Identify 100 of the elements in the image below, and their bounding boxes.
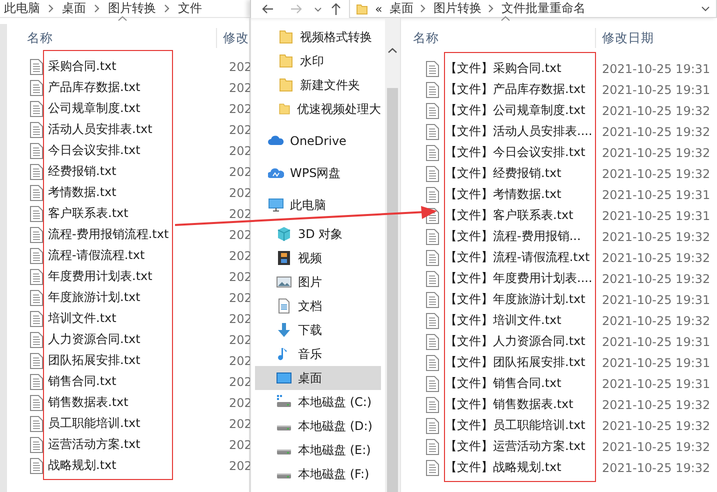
file-name[interactable]: 【文件】销售合同.txt bbox=[445, 375, 596, 392]
file-name[interactable]: 产品库存数据.txt bbox=[48, 79, 224, 96]
file-name[interactable]: 流程-费用报销流程.txt bbox=[48, 226, 224, 243]
text-file-icon bbox=[30, 374, 43, 390]
text-file-icon bbox=[426, 250, 439, 266]
file-name[interactable]: 战略规划.txt bbox=[48, 457, 224, 474]
breadcrumb-item[interactable]: 图片转换 bbox=[108, 0, 156, 17]
file-name[interactable]: 【文件】年度费用计划表.... bbox=[445, 270, 596, 287]
sort-caret-icon bbox=[118, 16, 127, 21]
file-name[interactable]: 活动人员安排表.txt bbox=[48, 121, 224, 138]
scrollbar[interactable] bbox=[0, 24, 7, 492]
file-name[interactable]: 【文件】流程-费用报销... bbox=[445, 228, 596, 245]
cube-icon bbox=[276, 226, 292, 242]
path-overflow[interactable]: « bbox=[375, 2, 382, 16]
nav-item[interactable]: 优速视频处理大 bbox=[255, 97, 381, 121]
file-name[interactable]: 【文件】人力资源合同.txt bbox=[445, 333, 596, 350]
nav-item[interactable]: 音乐 bbox=[255, 342, 381, 366]
file-name[interactable]: 公司规章制度.txt bbox=[48, 100, 224, 117]
text-file-icon bbox=[30, 248, 43, 264]
file-name[interactable]: 【文件】培训文件.txt bbox=[445, 312, 596, 329]
file-name[interactable]: 采购合同.txt bbox=[48, 58, 224, 75]
download-icon bbox=[276, 322, 292, 338]
text-file-icon bbox=[30, 122, 43, 138]
text-file-icon bbox=[426, 166, 439, 182]
nav-item[interactable]: 文档 bbox=[255, 294, 381, 318]
file-name[interactable]: 【文件】经费报销.txt bbox=[445, 165, 596, 182]
breadcrumb-item[interactable]: 桌面 bbox=[389, 0, 414, 17]
file-name[interactable]: 【文件】年度旅游计划.txt bbox=[445, 291, 596, 308]
nav-item[interactable]: 下载 bbox=[255, 318, 381, 342]
breadcrumb-item[interactable]: 桌面 bbox=[62, 0, 86, 17]
text-file-icon bbox=[426, 102, 439, 118]
text-file-icon bbox=[426, 396, 439, 412]
file-name[interactable]: 流程-请假流程.txt bbox=[48, 247, 224, 264]
file-name[interactable]: 年度费用计划表.txt bbox=[48, 268, 224, 285]
modified-date: 202 bbox=[229, 60, 252, 74]
text-file-icon bbox=[426, 460, 439, 476]
column-header[interactable]: 名称 bbox=[27, 30, 216, 46]
file-name[interactable]: 人力资源合同.txt bbox=[48, 331, 224, 348]
modified-date: 202 bbox=[229, 186, 252, 200]
file-name[interactable]: 客户联系表.txt bbox=[48, 205, 224, 222]
file-name[interactable]: 【文件】考情数据.txt bbox=[445, 186, 596, 203]
file-name[interactable]: 员工职能培训.txt bbox=[48, 415, 224, 432]
file-name[interactable]: 【文件】采购合同.txt bbox=[445, 60, 596, 77]
column-header[interactable]: 修改日期 bbox=[602, 30, 654, 46]
file-name[interactable]: 【文件】员工职能培训.txt bbox=[445, 417, 596, 434]
text-file-icon bbox=[30, 100, 43, 116]
folder-icon bbox=[278, 29, 294, 45]
file-name[interactable]: 【文件】团队拓展安排.txt bbox=[445, 354, 596, 371]
breadcrumb-item[interactable]: 图片转换 bbox=[433, 0, 482, 17]
modified-date: 202 bbox=[229, 396, 252, 410]
file-name[interactable]: 年度旅游计划.txt bbox=[48, 289, 224, 306]
column-header[interactable]: 修改 bbox=[223, 30, 249, 46]
modified-date: 202 bbox=[229, 354, 252, 368]
file-name[interactable]: 【文件】客户联系表.txt bbox=[445, 207, 596, 224]
nav-item[interactable]: 新建文件夹 bbox=[255, 73, 381, 97]
file-name[interactable]: 销售合同.txt bbox=[48, 373, 224, 390]
column-header[interactable]: 名称 bbox=[413, 30, 595, 46]
nav-item[interactable]: 视频 bbox=[255, 246, 381, 270]
text-file-icon bbox=[30, 142, 43, 158]
nav-item[interactable]: 水印 bbox=[255, 49, 381, 73]
scrollbar[interactable] bbox=[385, 18, 400, 492]
nav-item[interactable]: OneDrive bbox=[255, 129, 381, 153]
nav-item[interactable]: 3D 对象 bbox=[255, 222, 381, 246]
file-name[interactable]: 【文件】产品库存数据.txt bbox=[445, 81, 596, 98]
breadcrumb-item[interactable]: 文件 bbox=[178, 0, 202, 17]
nav-item[interactable]: 图片 bbox=[255, 270, 381, 294]
file-name[interactable]: 培训文件.txt bbox=[48, 310, 224, 327]
nav-item[interactable]: WPS网盘 bbox=[255, 161, 381, 185]
file-name[interactable]: 【文件】流程-请假流程.txt bbox=[445, 249, 596, 266]
file-name[interactable]: 【文件】今日会议安排.txt bbox=[445, 144, 596, 161]
modified-date: 2021-10-25 19:32 bbox=[602, 230, 712, 244]
nav-item[interactable]: 本地磁盘 (D:) bbox=[255, 414, 381, 438]
nav-item[interactable]: 视频格式转换 bbox=[255, 25, 381, 49]
nav-item[interactable]: 本地磁盘 (F:) bbox=[255, 462, 381, 486]
file-name[interactable]: 考情数据.txt bbox=[48, 184, 224, 201]
file-name[interactable]: 【文件】战略规划.txt bbox=[445, 459, 596, 476]
file-name[interactable]: 【文件】销售数据表.txt bbox=[445, 396, 596, 413]
address-bar[interactable]: « 桌面 图片转换 文件批量重命名 bbox=[349, 0, 717, 18]
file-name[interactable]: 团队拓展安排.txt bbox=[48, 352, 224, 369]
modified-date: 2021-10-25 19:31 bbox=[602, 292, 712, 306]
file-name[interactable]: 【文件】公司规章制度.txt bbox=[445, 102, 596, 119]
file-name[interactable]: 经费报销.txt bbox=[48, 163, 224, 180]
file-name[interactable]: 销售数据表.txt bbox=[48, 394, 224, 411]
file-name[interactable]: 今日会议安排.txt bbox=[48, 142, 224, 159]
file-name[interactable]: 【文件】活动人员安排表.... bbox=[445, 123, 596, 140]
nav-item[interactable]: 本地磁盘 (E:) bbox=[255, 438, 381, 462]
text-file-icon bbox=[426, 144, 439, 160]
text-file-icon bbox=[30, 332, 43, 348]
nav-item[interactable]: 桌面 bbox=[255, 366, 381, 390]
up-button[interactable] bbox=[329, 1, 343, 17]
text-file-icon bbox=[30, 226, 43, 242]
modified-date: 2021-10-25 19:32 bbox=[602, 146, 712, 160]
file-name[interactable]: 【文件】运营活动方案.txt bbox=[445, 438, 596, 455]
modified-date: 2021-10-25 19:31 bbox=[602, 376, 712, 390]
text-file-icon bbox=[30, 164, 43, 180]
nav-item[interactable]: 此电脑 bbox=[255, 193, 381, 217]
breadcrumb-item[interactable]: 文件批量重命名 bbox=[501, 0, 586, 17]
nav-item[interactable]: 本地磁盘 (C:) bbox=[255, 390, 381, 414]
breadcrumb-item[interactable]: 此电脑 bbox=[4, 0, 40, 17]
file-name[interactable]: 运营活动方案.txt bbox=[48, 436, 224, 453]
